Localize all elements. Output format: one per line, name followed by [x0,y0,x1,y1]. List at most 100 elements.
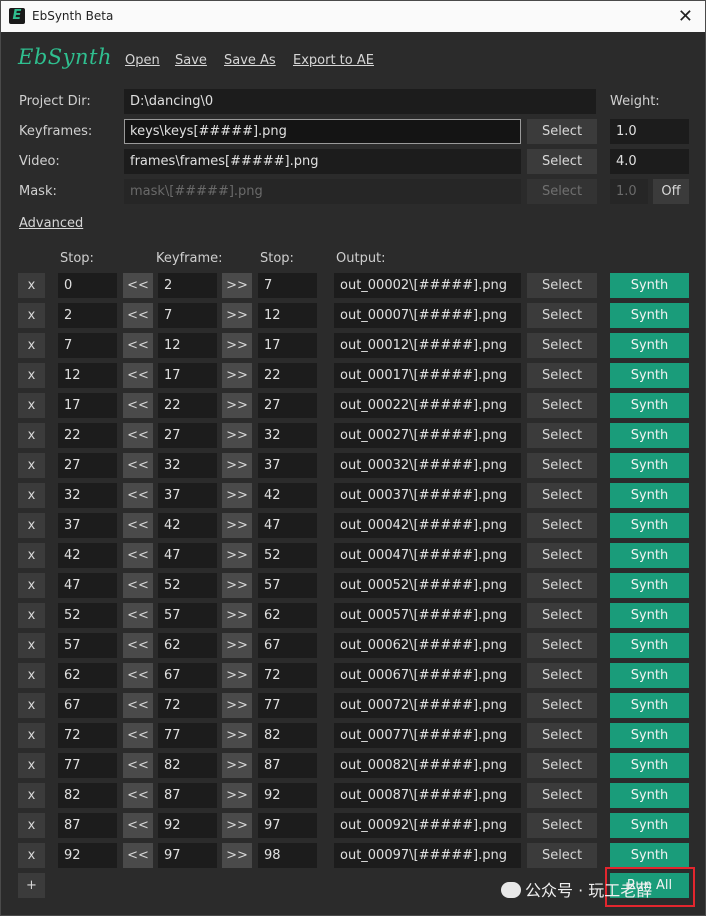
stop-end-field[interactable]: 87 [258,753,317,778]
output-select-button[interactable]: Select [527,363,597,388]
prev-keyframe-button[interactable]: << [123,513,153,538]
menu-open[interactable]: Open [125,53,160,68]
next-keyframe-button[interactable]: >> [222,483,252,508]
next-keyframe-button[interactable]: >> [222,693,252,718]
mask-select-button[interactable]: Select [527,179,597,204]
keyframe-field[interactable]: 67 [158,663,217,688]
video-select-button[interactable]: Select [527,149,597,174]
output-field[interactable]: out_00052\[#####].png [334,573,521,598]
prev-keyframe-button[interactable]: << [123,783,153,808]
stop-end-field[interactable]: 32 [258,423,317,448]
keyframe-field[interactable]: 72 [158,693,217,718]
prev-keyframe-button[interactable]: << [123,483,153,508]
prev-keyframe-button[interactable]: << [123,393,153,418]
prev-keyframe-button[interactable]: << [123,843,153,868]
output-select-button[interactable]: Select [527,453,597,478]
remove-row-button[interactable]: x [18,543,45,568]
output-field[interactable]: out_00022\[#####].png [334,393,521,418]
output-select-button[interactable]: Select [527,423,597,448]
synth-button[interactable]: Synth [610,513,689,538]
prev-keyframe-button[interactable]: << [123,693,153,718]
next-keyframe-button[interactable]: >> [222,633,252,658]
output-select-button[interactable]: Select [527,303,597,328]
next-keyframe-button[interactable]: >> [222,573,252,598]
next-keyframe-button[interactable]: >> [222,753,252,778]
stop-end-field[interactable]: 37 [258,453,317,478]
stop-start-field[interactable]: 27 [58,453,117,478]
next-keyframe-button[interactable]: >> [222,423,252,448]
stop-start-field[interactable]: 7 [58,333,117,358]
output-field[interactable]: out_00012\[#####].png [334,333,521,358]
prev-keyframe-button[interactable]: << [123,753,153,778]
next-keyframe-button[interactable]: >> [222,303,252,328]
next-keyframe-button[interactable]: >> [222,723,252,748]
output-field[interactable]: out_00002\[#####].png [334,273,521,298]
video-weight-field[interactable]: 4.0 [610,149,689,174]
remove-row-button[interactable]: x [18,333,45,358]
next-keyframe-button[interactable]: >> [222,513,252,538]
keyframe-field[interactable]: 17 [158,363,217,388]
synth-button[interactable]: Synth [610,843,689,868]
stop-start-field[interactable]: 37 [58,513,117,538]
menu-save-as[interactable]: Save As [224,53,276,68]
synth-button[interactable]: Synth [610,543,689,568]
stop-end-field[interactable]: 52 [258,543,317,568]
prev-keyframe-button[interactable]: << [123,603,153,628]
prev-keyframe-button[interactable]: << [123,543,153,568]
prev-keyframe-button[interactable]: << [123,573,153,598]
output-select-button[interactable]: Select [527,783,597,808]
project-dir-field[interactable]: D:\dancing\0 [124,89,596,114]
synth-button[interactable]: Synth [610,393,689,418]
next-keyframe-button[interactable]: >> [222,603,252,628]
keyframe-field[interactable]: 62 [158,633,217,658]
video-field[interactable]: frames\frames[#####].png [124,149,521,174]
synth-button[interactable]: Synth [610,753,689,778]
prev-keyframe-button[interactable]: << [123,363,153,388]
output-field[interactable]: out_00037\[#####].png [334,483,521,508]
stop-end-field[interactable]: 82 [258,723,317,748]
output-select-button[interactable]: Select [527,693,597,718]
mask-weight-field[interactable]: 1.0 [610,179,648,204]
remove-row-button[interactable]: x [18,723,45,748]
output-select-button[interactable]: Select [527,843,597,868]
output-field[interactable]: out_00017\[#####].png [334,363,521,388]
output-select-button[interactable]: Select [527,393,597,418]
stop-end-field[interactable]: 97 [258,813,317,838]
keyframe-field[interactable]: 82 [158,753,217,778]
output-select-button[interactable]: Select [527,813,597,838]
prev-keyframe-button[interactable]: << [123,633,153,658]
remove-row-button[interactable]: x [18,813,45,838]
menu-export-ae[interactable]: Export to AE [293,53,374,68]
remove-row-button[interactable]: x [18,393,45,418]
next-keyframe-button[interactable]: >> [222,783,252,808]
keyframe-field[interactable]: 32 [158,453,217,478]
output-field[interactable]: out_00077\[#####].png [334,723,521,748]
stop-start-field[interactable]: 12 [58,363,117,388]
remove-row-button[interactable]: x [18,783,45,808]
stop-start-field[interactable]: 2 [58,303,117,328]
stop-start-field[interactable]: 47 [58,573,117,598]
keyframe-field[interactable]: 7 [158,303,217,328]
stop-end-field[interactable]: 27 [258,393,317,418]
output-select-button[interactable]: Select [527,753,597,778]
synth-button[interactable]: Synth [610,693,689,718]
remove-row-button[interactable]: x [18,303,45,328]
next-keyframe-button[interactable]: >> [222,393,252,418]
menu-save[interactable]: Save [175,53,207,68]
output-field[interactable]: out_00067\[#####].png [334,663,521,688]
prev-keyframe-button[interactable]: << [123,663,153,688]
stop-start-field[interactable]: 42 [58,543,117,568]
keyframe-field[interactable]: 27 [158,423,217,448]
mask-field[interactable]: mask\[#####].png [124,179,521,204]
output-select-button[interactable]: Select [527,633,597,658]
keyframes-select-button[interactable]: Select [527,119,597,144]
stop-end-field[interactable]: 98 [258,843,317,868]
stop-end-field[interactable]: 42 [258,483,317,508]
synth-button[interactable]: Synth [610,663,689,688]
synth-button[interactable]: Synth [610,603,689,628]
output-field[interactable]: out_00097\[#####].png [334,843,521,868]
keyframe-field[interactable]: 12 [158,333,217,358]
keyframes-field[interactable]: keys\keys[#####].png [124,119,521,144]
output-field[interactable]: out_00042\[#####].png [334,513,521,538]
output-select-button[interactable]: Select [527,273,597,298]
